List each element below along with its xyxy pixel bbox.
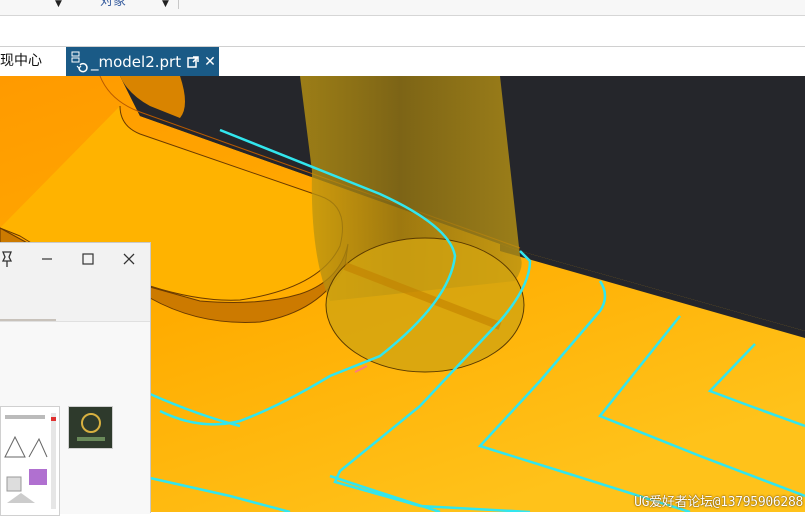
cylinder-end-face[interactable] xyxy=(325,237,525,373)
minimize-icon[interactable] xyxy=(36,248,58,270)
close-icon[interactable] xyxy=(118,248,140,270)
object-dropdown-arrow-icon[interactable]: ▼ xyxy=(162,0,169,9)
tab-label: _model2.prt xyxy=(91,52,182,71)
drawing-thumbnail[interactable] xyxy=(0,406,60,516)
thumbnail-grid xyxy=(0,321,150,516)
close-icon[interactable]: ✕ xyxy=(204,54,216,70)
object-dropdown-label[interactable]: 对象 xyxy=(100,0,126,10)
tab-model2-prt[interactable]: _model2.prt ✕ xyxy=(66,47,219,76)
document-tab-strip: 现中心 _model2.prt ✕ xyxy=(0,47,805,76)
dropdown-arrow-icon[interactable]: ▼ xyxy=(55,0,62,9)
tab-resource-center[interactable]: 现中心 xyxy=(0,47,52,76)
image-thumbnail-2[interactable] xyxy=(68,406,113,449)
selection-bar xyxy=(0,16,805,47)
drawing-preview xyxy=(4,413,56,509)
part-file-icon xyxy=(71,51,88,72)
window-titlebar[interactable] xyxy=(0,243,150,276)
watermark-text: UG爱好者论坛@13795906288 xyxy=(634,495,803,510)
pin-icon[interactable] xyxy=(0,248,18,270)
popout-icon[interactable] xyxy=(187,55,199,68)
maximize-icon[interactable] xyxy=(77,248,99,270)
toolbar-separator xyxy=(178,0,179,9)
tab-label: 现中心 xyxy=(0,53,42,69)
floating-window xyxy=(0,242,151,516)
ribbon-toolbar: ▼ 对象 ▼ xyxy=(0,0,805,16)
image-preview xyxy=(77,413,105,441)
